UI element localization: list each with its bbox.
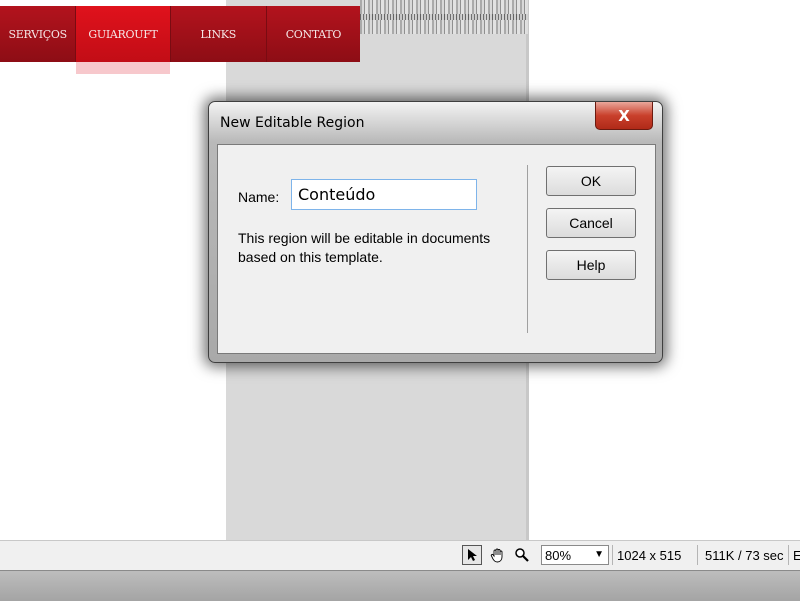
nav-item-servicos[interactable]: SERVIÇOS — [0, 6, 77, 62]
nav-item-active[interactable]: GUIAROUFT — [76, 6, 171, 62]
window-dimensions: 1024 x 515 — [617, 548, 682, 563]
name-input[interactable] — [291, 179, 477, 210]
pointer-icon[interactable] — [462, 545, 482, 565]
close-icon: X — [618, 106, 630, 125]
nav-item-contato[interactable]: CONTATO — [267, 6, 360, 62]
status-separator — [697, 545, 698, 565]
site-nav-bar: SERVIÇOS GUIAROUFT LINKS CONTATO — [0, 6, 360, 62]
zoom-icon[interactable] — [512, 545, 532, 565]
encoding-indicator: E — [793, 548, 800, 563]
dialog-divider — [527, 165, 528, 333]
status-bar: 80% ▼ 1024 x 515 511K / 73 sec E — [0, 540, 800, 570]
hand-icon[interactable] — [488, 545, 508, 565]
status-separator — [788, 545, 789, 565]
nav-hover-highlight — [76, 62, 170, 74]
properties-panel-bar — [0, 570, 800, 601]
help-button[interactable]: Help — [546, 250, 636, 280]
header-image-fragment-line — [360, 14, 528, 20]
file-size-download-time: 511K / 73 sec — [705, 548, 784, 563]
dialog-body: Name: This region will be editable in do… — [217, 144, 656, 354]
chevron-down-icon: ▼ — [594, 549, 604, 560]
nav-item-links[interactable]: LINKS — [171, 6, 267, 62]
zoom-level-value: 80% — [545, 547, 572, 563]
description-text: This region will be editable in document… — [238, 230, 491, 265]
zoom-level-select[interactable]: 80% ▼ — [541, 545, 609, 565]
close-button[interactable]: X — [595, 102, 653, 130]
status-separator — [612, 545, 613, 565]
dialog-title: New Editable Region — [220, 115, 365, 131]
name-label: Name: — [238, 189, 280, 205]
ok-button[interactable]: OK — [546, 166, 636, 196]
new-editable-region-dialog: New Editable Region X Name: This region … — [208, 101, 663, 363]
cancel-button[interactable]: Cancel — [546, 208, 636, 238]
